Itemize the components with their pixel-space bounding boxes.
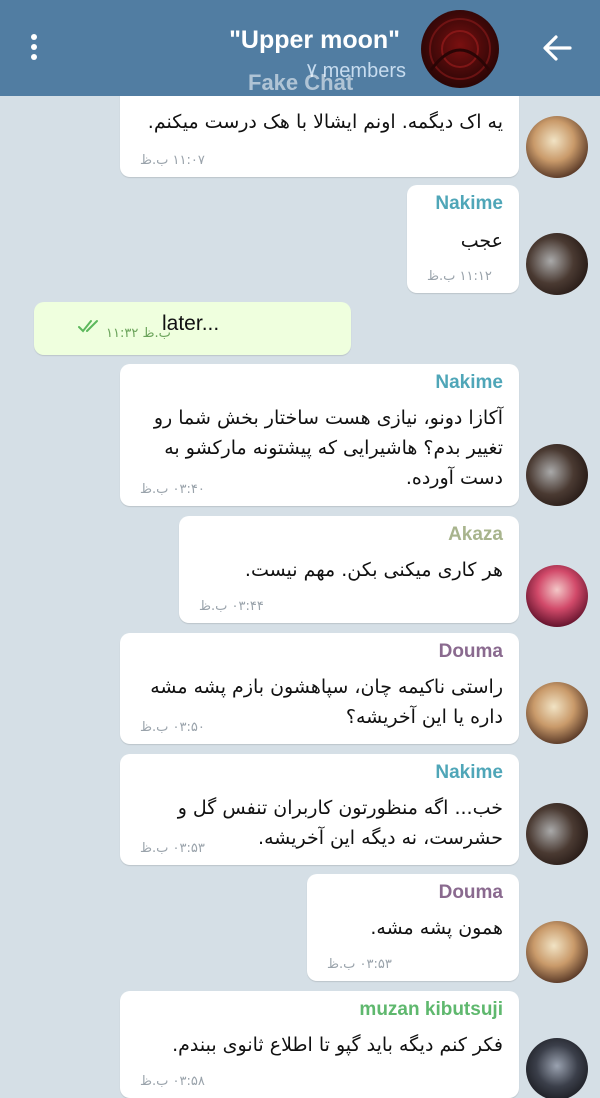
sender-name[interactable]: muzan kibutsuji [359,999,503,1021]
message-line: آکازا دونو، نیازی هست ساختار بخش شما رو [153,407,503,429]
outgoing-message-bubble[interactable]: later... ۱۱:۳۲ ب.ظ [34,302,351,355]
chat-header: "Upper moon" ۷ members Fake Chat [0,0,600,96]
double-check-icon [78,320,98,333]
message-text: عجب [460,230,503,252]
sender-name[interactable]: Douma [439,882,503,904]
message-line: تغییر بدم؟ هاشیرایی که پیشتونه مارکشو به [164,437,503,459]
message-time: ۱۱:۱۲ ب.ظ [427,269,492,284]
sender-name[interactable]: Nakime [435,193,503,215]
message-bubble[interactable]: Akaza هر کاری میکنی بکن. مهم نیست. ۰۳:۴۴… [179,516,519,623]
avatar-nakime[interactable] [526,444,588,506]
message-time: ۰۳:۵۳ ب.ظ [140,841,205,856]
avatar-nakime[interactable] [526,233,588,295]
sender-name[interactable]: Nakime [435,372,503,394]
message-text: هر کاری میکنی بکن. مهم نیست. [244,559,503,581]
avatar-akaza[interactable] [526,565,588,627]
message-time: ۰۳:۵۳ ب.ظ [327,957,392,972]
message-bubble[interactable]: Nakime عجب ۱۱:۱۲ ب.ظ [407,185,519,293]
avatar-douma[interactable] [526,116,588,178]
sender-name[interactable]: Akaza [448,524,503,546]
message-bubble[interactable]: Nakime خب... اگه منظورتون کاربران تنفس گ… [120,754,519,865]
message-time: ۰۳:۴۴ ب.ظ [199,599,264,614]
avatar-muzan[interactable] [526,1038,588,1098]
group-avatar[interactable] [421,10,499,88]
back-arrow-icon[interactable] [542,30,572,66]
more-options-icon[interactable] [26,34,42,66]
message-text: یه اک دیگمه. اونم ایشالا با هک درست میکن… [147,111,503,133]
chat-title[interactable]: "Upper moon" [229,26,400,55]
message-bubble[interactable]: یه اک دیگمه. اونم ایشالا با هک درست میکن… [120,84,519,177]
watermark: Fake Chat [248,70,354,95]
message-bubble[interactable]: Douma راستی ناکیمه چان، سپاهشون بازم پشه… [120,633,519,744]
message-text: همون پشه مشه. [370,917,503,939]
message-bubble[interactable]: muzan kibutsuji فکر کنم دیگه باید گپو تا… [120,991,519,1098]
message-time: ۱۱:۳۲ ب.ظ [106,326,171,341]
sender-name[interactable]: Nakime [435,762,503,784]
avatar-douma[interactable] [526,682,588,744]
message-bubble[interactable]: Nakime آکازا دونو، نیازی هست ساختار بخش … [120,364,519,506]
message-text: فکر کنم دیگه باید گپو تا اطلاع ثانوی ببن… [172,1034,503,1056]
message-time: ۰۳:۵۸ ب.ظ [140,1074,205,1089]
sender-name[interactable]: Douma [439,641,503,663]
message-time: ۰۳:۵۰ ب.ظ [140,720,205,735]
message-line: راستی ناکیمه چان، سپاهشون بازم پشه مشه [150,676,503,698]
message-time: ۰۳:۴۰ ب.ظ [140,482,205,497]
message-bubble[interactable]: Douma همون پشه مشه. ۰۳:۵۳ ب.ظ [307,874,519,981]
message-line: خب... اگه منظورتون کاربران تنفس گل و [177,797,503,819]
message-time: ۱۱:۰۷ ب.ظ [140,153,205,168]
avatar-nakime[interactable] [526,803,588,865]
avatar-douma[interactable] [526,921,588,983]
